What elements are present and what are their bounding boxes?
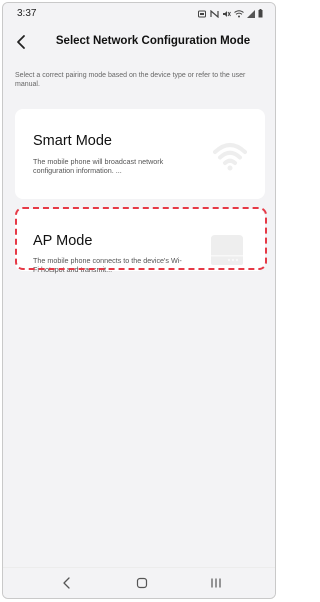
- nav-back-icon: [63, 577, 70, 589]
- cell-signal-icon: [247, 9, 255, 21]
- nav-recent-apps-button[interactable]: [204, 574, 228, 592]
- mute-icon: [222, 10, 231, 21]
- notification-icon: [198, 10, 207, 21]
- nav-back-button[interactable]: [55, 574, 79, 592]
- nav-home-icon: [136, 577, 148, 589]
- wifi-icon: [213, 141, 247, 176]
- nav-home-button[interactable]: [130, 574, 154, 592]
- header: Select Network Configuration Mode: [3, 27, 275, 59]
- ap-mode-description: The mobile phone connects to the device'…: [33, 256, 182, 274]
- nav-recent-apps-icon: [211, 578, 221, 588]
- smart-mode-title: Smart Mode: [33, 133, 112, 149]
- ap-mode-card[interactable]: AP Mode The mobile phone connects to the…: [15, 209, 265, 274]
- instruction-text: Select a correct pairing mode based on t…: [15, 72, 246, 88]
- wifi-signal-icon: [234, 9, 244, 21]
- status-icons: [198, 9, 263, 21]
- page-title: Select Network Configuration Mode: [55, 35, 251, 47]
- smart-mode-description: The mobile phone will broadcast network …: [33, 157, 164, 175]
- back-button[interactable]: [11, 31, 33, 53]
- ap-mode-title: AP Mode: [33, 233, 93, 249]
- battery-icon: [258, 9, 263, 21]
- smart-mode-card[interactable]: Smart Mode The mobile phone will broadca…: [15, 109, 265, 199]
- status-bar: 3:37: [3, 3, 275, 25]
- phone-screen: 3:37 Select Network Configuration Mode S…: [2, 2, 276, 599]
- nfc-icon: [210, 9, 219, 21]
- chevron-left-icon: [17, 35, 25, 49]
- router-icon: [207, 233, 247, 272]
- status-time: 3:37: [17, 8, 37, 19]
- system-nav-bar: [3, 567, 275, 598]
